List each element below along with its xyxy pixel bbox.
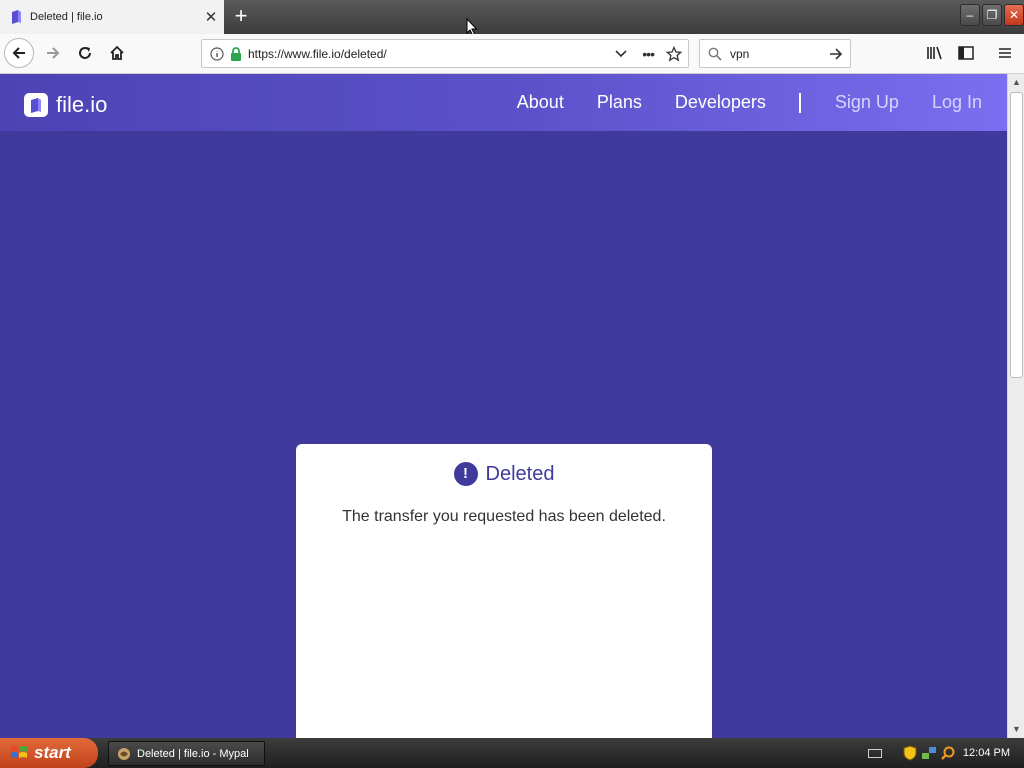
close-window-button[interactable]: ✕ xyxy=(1004,4,1024,26)
restore-button[interactable]: ❐ xyxy=(982,4,1002,26)
tab-title: Deleted | file.io xyxy=(30,11,103,23)
search-tray-icon[interactable] xyxy=(941,746,955,760)
logo-text: file.io xyxy=(56,92,108,117)
start-label: start xyxy=(34,743,71,762)
windows-logo-icon xyxy=(11,746,27,758)
tab-close-icon[interactable]: ✕ xyxy=(198,8,224,26)
card-message: The transfer you requested has been dele… xyxy=(342,508,666,525)
nav-link-log-in[interactable]: Log In xyxy=(932,92,982,113)
home-button[interactable] xyxy=(102,38,132,68)
sidebar-icon xyxy=(958,46,974,60)
taskbar-item-label: Deleted | file.io - Mypal xyxy=(137,747,249,760)
mypal-app-icon xyxy=(118,747,130,760)
scroll-up-icon[interactable]: ▲ xyxy=(1008,74,1024,91)
minimize-button[interactable]: – xyxy=(960,4,980,26)
reload-button[interactable] xyxy=(70,38,100,68)
tab-strip: Deleted | file.io ✕ + – ❐ ✕ xyxy=(0,0,1024,34)
site-header: file.io About Plans Developers Sign Up L… xyxy=(0,74,1007,131)
lock-icon[interactable] xyxy=(230,46,242,61)
card-title: Deleted xyxy=(485,462,555,485)
nav-link-developers[interactable]: Developers xyxy=(675,92,766,113)
forward-arrow-icon xyxy=(47,47,60,59)
menu-button[interactable] xyxy=(990,38,1020,68)
search-input[interactable]: vpn xyxy=(730,47,828,61)
hamburger-menu-icon xyxy=(999,48,1011,58)
site-logo[interactable]: file.io xyxy=(24,92,107,118)
security-shield-icon[interactable] xyxy=(903,745,917,761)
scroll-thumb[interactable] xyxy=(1010,92,1023,378)
taskbar-clock[interactable]: 12:04 PM xyxy=(963,747,1010,759)
scroll-down-icon[interactable]: ▼ xyxy=(1008,721,1024,738)
search-bar[interactable]: vpn xyxy=(699,39,851,68)
system-tray: 12:04 PM xyxy=(894,738,1024,768)
card-header: ! Deleted xyxy=(296,462,712,486)
file-io-favicon-icon xyxy=(12,10,21,24)
url-bar[interactable]: https://www.file.io/deleted/ ••• xyxy=(201,39,689,68)
home-icon xyxy=(110,45,124,60)
nav-divider xyxy=(798,92,801,113)
search-go-arrow-icon[interactable] xyxy=(828,46,844,62)
chevron-down-icon[interactable] xyxy=(614,47,628,61)
info-icon[interactable] xyxy=(210,46,224,61)
window-controls: – ❐ ✕ xyxy=(960,4,1024,26)
search-icon xyxy=(708,47,722,61)
reload-icon xyxy=(79,47,91,59)
navigation-toolbar: https://www.file.io/deleted/ ••• vpn xyxy=(0,34,1024,74)
page-actions-icon[interactable]: ••• xyxy=(642,46,655,62)
sidebar-toggle-button[interactable] xyxy=(951,38,981,68)
site-nav: About Plans Developers Sign Up Log In xyxy=(517,74,1007,131)
bookmark-star-icon[interactable] xyxy=(666,45,682,62)
url-text[interactable]: https://www.file.io/deleted/ xyxy=(248,47,614,61)
library-icon xyxy=(927,46,942,60)
forward-button[interactable] xyxy=(38,38,68,68)
alert-icon: ! xyxy=(453,462,478,486)
back-button[interactable] xyxy=(4,38,34,68)
keyboard-layout-icon[interactable] xyxy=(868,749,882,758)
taskbar-window-item[interactable]: Deleted | file.io - Mypal xyxy=(108,741,265,766)
vertical-scrollbar[interactable]: ▲ ▼ xyxy=(1007,74,1024,738)
browser-tab[interactable]: Deleted | file.io ✕ xyxy=(0,0,224,34)
file-io-logo-icon xyxy=(24,93,48,117)
back-arrow-icon xyxy=(12,47,25,59)
nav-link-plans[interactable]: Plans xyxy=(597,92,642,113)
library-button[interactable] xyxy=(920,38,950,68)
nav-link-about[interactable]: About xyxy=(517,92,564,113)
deleted-card: ! Deleted The transfer you requested has… xyxy=(296,444,712,738)
nav-link-sign-up[interactable]: Sign Up xyxy=(835,92,899,113)
page-viewport: file.io About Plans Developers Sign Up L… xyxy=(0,74,1007,738)
network-icon[interactable] xyxy=(921,745,937,761)
new-tab-icon[interactable]: + xyxy=(226,2,256,32)
start-button[interactable]: start xyxy=(0,738,98,768)
